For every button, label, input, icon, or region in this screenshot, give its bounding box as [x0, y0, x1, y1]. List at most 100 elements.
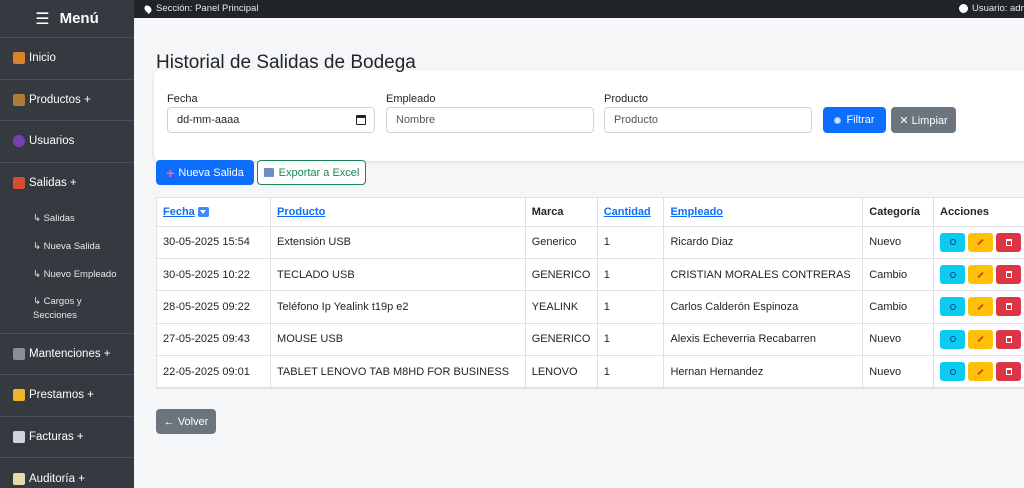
calendar-icon[interactable]: [356, 115, 366, 125]
nueva-salida-label: Nueva Salida: [178, 166, 244, 179]
wrench-icon: [13, 347, 25, 360]
sort-desc-icon[interactable]: [197, 206, 209, 217]
cell-acciones: [933, 290, 1024, 324]
clipboard-icon: [13, 472, 25, 485]
cell-cantidad: 1: [597, 258, 665, 292]
cell-acciones: [933, 258, 1024, 292]
submenu-item-nuevo-empleado[interactable]: ↳ Nuevo Empleado: [0, 261, 134, 289]
cell-marca: GENERICO: [525, 258, 598, 292]
cell-categoria: Cambio: [862, 290, 935, 324]
limpiar-button[interactable]: ✕ Limpiar: [891, 107, 956, 133]
delete-button[interactable]: [996, 329, 1022, 349]
cell-acciones: [933, 355, 1024, 389]
sidebar-item-usuarios[interactable]: Usuarios: [0, 121, 134, 163]
sidebar-item-facturas[interactable]: Facturas +: [0, 417, 134, 458]
view-button[interactable]: [940, 297, 966, 317]
empleado-input[interactable]: Nombre: [386, 107, 594, 133]
cell-fecha: 22-05-2025 09:01: [157, 355, 272, 389]
sort-cantidad-link[interactable]: Cantidad: [604, 206, 651, 218]
view-button[interactable]: [940, 362, 966, 382]
filtrar-label: Filtrar: [846, 114, 875, 126]
cell-fecha: 27-05-2025 09:43: [157, 323, 272, 357]
producto-label: Producto: [604, 93, 649, 105]
delete-button[interactable]: [996, 265, 1022, 285]
magnifier-icon: [949, 336, 956, 343]
cell-cantidad: 1: [597, 355, 665, 389]
empleado-placeholder: Nombre: [396, 114, 436, 126]
fecha-input[interactable]: dd-mm-aaaa: [167, 107, 375, 133]
trash-icon: [1005, 368, 1012, 376]
cell-producto: Teléfono Ip Yealink t19p e2: [270, 290, 526, 324]
cell-empleado: CRISTIAN MORALES CONTRERAS: [663, 258, 864, 292]
view-button[interactable]: [940, 232, 966, 252]
sidebar: ☰ Menú Inicio Productos + Usuarios Salid…: [0, 0, 134, 488]
cell-categoria: Nuevo: [862, 323, 935, 357]
sidebar-item-mantenciones[interactable]: Mantenciones +: [0, 334, 134, 375]
cell-acciones: [933, 226, 1024, 259]
box-icon: [13, 93, 25, 106]
sidebar-item-label: Prestamos +: [29, 389, 94, 402]
cell-empleado: Hernan Hernandez: [663, 355, 864, 389]
pencil-icon: [977, 271, 984, 278]
header-fecha-label: Fecha: [163, 205, 195, 218]
cell-categoria: Cambio: [862, 258, 935, 292]
view-button[interactable]: [940, 329, 966, 349]
trash-icon: [1005, 271, 1012, 279]
sidebar-item-label: Productos +: [29, 93, 91, 106]
producto-placeholder: Producto: [614, 114, 659, 126]
menu-header[interactable]: ☰ Menú: [0, 0, 134, 38]
view-button[interactable]: [940, 265, 966, 285]
exportar-label: Exportar a Excel: [278, 166, 360, 179]
plus-icon: +: [166, 164, 175, 181]
edit-button[interactable]: [968, 232, 994, 252]
invoice-icon: [13, 430, 25, 443]
sidebar-item-label: Auditoría +: [29, 472, 85, 485]
cell-fecha: 30-05-2025 10:22: [157, 258, 272, 292]
edit-button[interactable]: [968, 265, 994, 285]
sidebar-item-label: Inicio: [29, 52, 56, 65]
filtrar-button[interactable]: Filtrar: [823, 107, 886, 133]
limpiar-label: ✕ Limpiar: [899, 114, 948, 127]
cell-empleado: Carlos Calderón Espinoza: [663, 290, 864, 324]
sort-producto-link[interactable]: Producto: [277, 206, 325, 218]
salidas-submenu: ↳ Salidas ↳ Nueva Salida ↳ Nuevo Emplead…: [0, 203, 134, 334]
sidebar-item-auditoria[interactable]: Auditoría +: [0, 458, 134, 488]
cell-producto: TABLET LENOVO TAB M8HD FOR BUSINESS: [270, 355, 526, 389]
sidebar-item-inicio[interactable]: Inicio: [0, 38, 134, 80]
sort-empleado-link[interactable]: Empleado: [670, 206, 723, 218]
volver-label: ← Volver: [163, 415, 209, 428]
delete-button[interactable]: [996, 232, 1022, 252]
volver-button[interactable]: ← Volver: [156, 409, 216, 434]
table-row: 30-05-2025 15:54 Extensión USB Generico 1 Ri…: [157, 226, 1024, 259]
delete-button[interactable]: [996, 297, 1022, 317]
submenu-item-salidas[interactable]: ↳ Salidas: [0, 205, 134, 233]
sidebar-item-productos[interactable]: Productos +: [0, 80, 134, 121]
sort-fecha-link[interactable]: Fecha: [163, 206, 195, 218]
delete-button[interactable]: [996, 362, 1022, 382]
top-bar: Sección: Panel Principal Usuario: adm: [134, 0, 1024, 18]
exportar-excel-button[interactable]: Exportar a Excel: [257, 160, 366, 185]
table-row: 22-05-2025 09:01 TABLET LENOVO TAB M8HD F…: [157, 355, 1024, 389]
cell-marca: GENERICO: [525, 323, 598, 357]
hamburger-icon[interactable]: ☰: [35, 9, 49, 29]
submenu-item-nueva-salida[interactable]: ↳ Nueva Salida: [0, 233, 134, 261]
user-circle-icon: [959, 4, 968, 13]
edit-button[interactable]: [968, 362, 994, 382]
submenu-item-cargos[interactable]: ↳ Cargos y Secciones: [0, 289, 100, 323]
sidebar-item-salidas[interactable]: Salidas +: [0, 163, 134, 203]
magnifier-icon: [949, 303, 956, 310]
magnifier-icon: [949, 368, 956, 375]
user-indicator[interactable]: Usuario: adm: [959, 3, 1024, 14]
user-icon: [13, 135, 25, 148]
edit-button[interactable]: [968, 329, 994, 349]
pencil-icon: [977, 303, 984, 311]
pencil-icon: [977, 368, 984, 375]
page-title: Historial de Salidas de Bodega: [156, 52, 416, 73]
nueva-salida-button[interactable]: + Nueva Salida: [156, 160, 254, 185]
cell-marca: LENOVO: [525, 355, 598, 389]
sidebar-item-label: Mantenciones +: [29, 347, 111, 360]
cell-fecha: 28-05-2025 09:22: [157, 290, 272, 324]
edit-button[interactable]: [968, 297, 994, 317]
producto-input[interactable]: Producto: [604, 107, 812, 133]
sidebar-item-prestamos[interactable]: Prestamos +: [0, 375, 134, 417]
